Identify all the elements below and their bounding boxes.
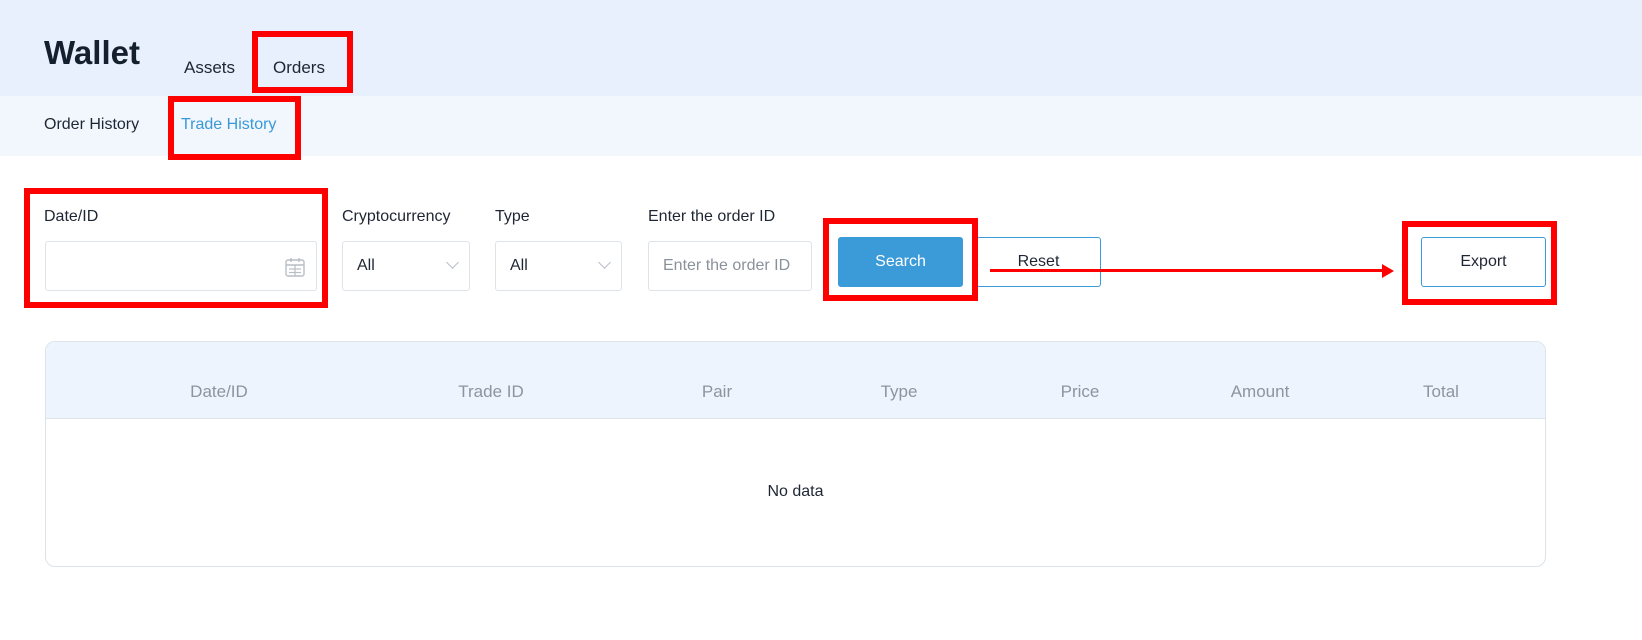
tab-orders[interactable]: Orders <box>273 58 325 78</box>
table-header: Date/ID Trade ID Pair Type Price Amount … <box>46 342 1545 419</box>
column-header-amount: Amount <box>1230 382 1290 401</box>
column-header-type: Type <box>880 382 918 401</box>
type-select-value: All <box>510 257 528 274</box>
subtab-trade-history[interactable]: Trade History <box>181 116 276 134</box>
annotation-arrow-head-icon <box>1382 264 1394 278</box>
column-header-trade-id: Trade ID <box>458 382 524 401</box>
column-header-price: Price <box>1060 382 1100 401</box>
annotation-arrow-line <box>990 269 1382 272</box>
subtab-order-history[interactable]: Order History <box>44 116 139 134</box>
column-header-date-id: Date/ID <box>190 382 248 401</box>
type-filter-label: Type <box>495 208 530 225</box>
page-title: Wallet <box>44 34 140 71</box>
cryptocurrency-select-value: All <box>357 257 375 274</box>
export-button[interactable]: Export <box>1421 237 1546 287</box>
chevron-down-icon <box>598 256 611 269</box>
order-id-placeholder: Enter the order ID <box>663 257 791 274</box>
column-header-pair: Pair <box>701 382 733 401</box>
date-filter-label: Date/ID <box>44 208 99 225</box>
reset-button[interactable]: Reset <box>976 237 1101 287</box>
column-header-total: Total <box>1423 382 1459 401</box>
cryptocurrency-select[interactable]: All <box>342 241 470 291</box>
chevron-down-icon <box>446 256 459 269</box>
order-id-filter-label: Enter the order ID <box>648 208 776 225</box>
order-id-input[interactable]: Enter the order ID <box>648 241 812 291</box>
header-bar <box>0 0 1642 96</box>
active-tab-indicator <box>273 90 323 93</box>
cryptocurrency-filter-label: Cryptocurrency <box>342 208 451 225</box>
search-button[interactable]: Search <box>838 237 963 287</box>
tab-assets[interactable]: Assets <box>184 58 235 78</box>
date-range-picker[interactable] <box>45 241 317 291</box>
calendar-icon <box>285 258 305 277</box>
trade-history-table: Date/ID Trade ID Pair Type Price Amount … <box>45 341 1546 567</box>
empty-state-text: No data <box>767 483 824 500</box>
type-select[interactable]: All <box>495 241 622 291</box>
